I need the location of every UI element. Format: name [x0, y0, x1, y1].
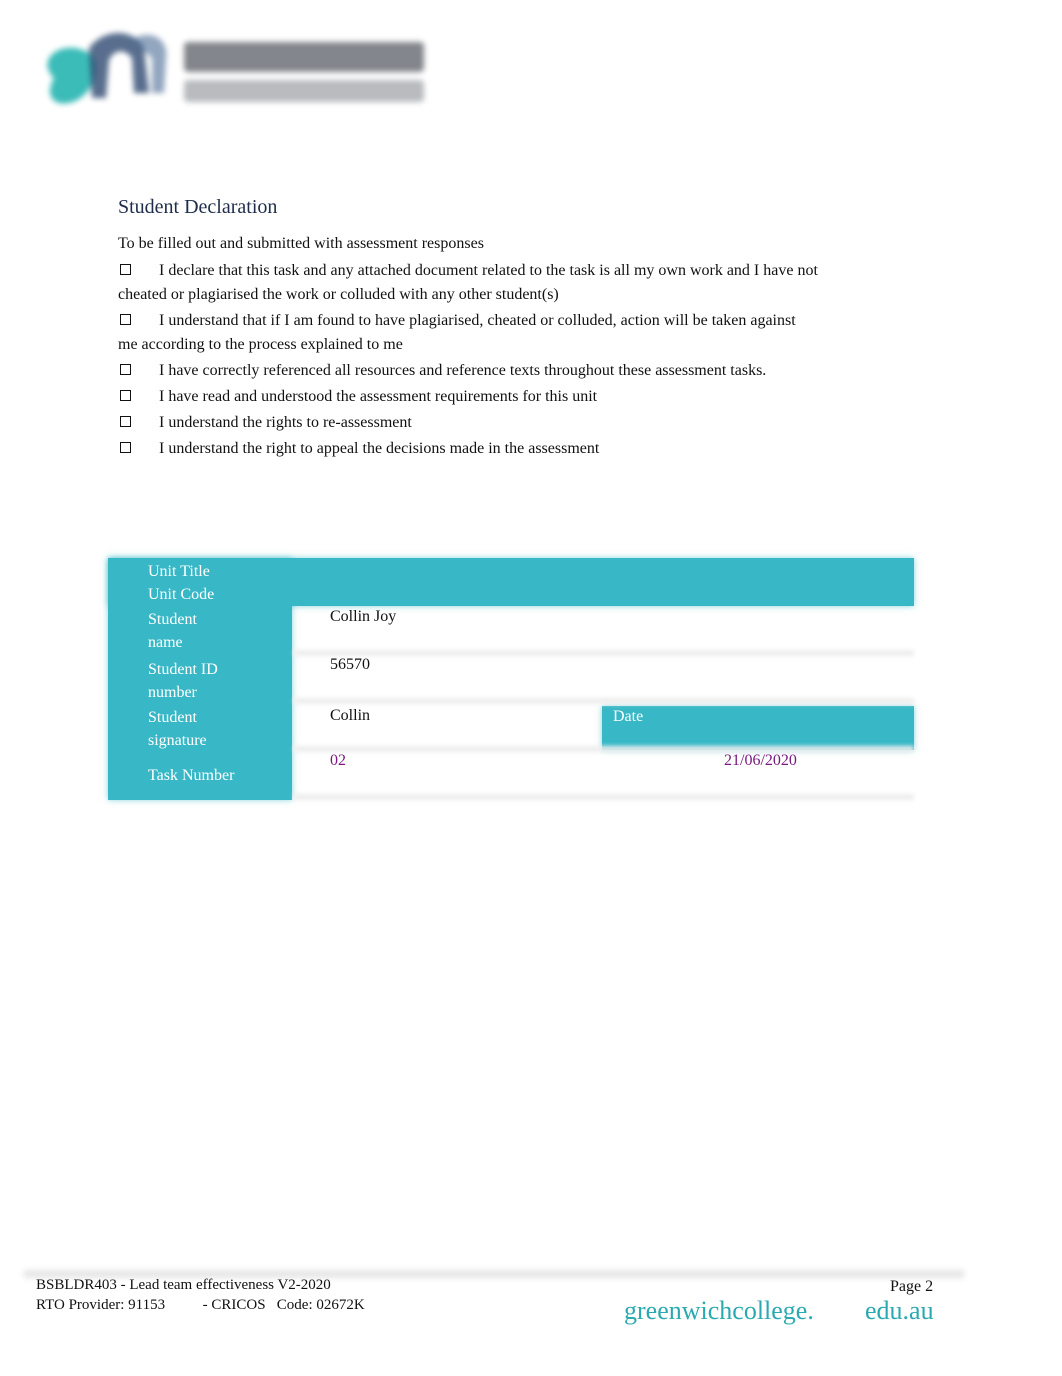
website-link-part2[interactable]: edu.au: [865, 1296, 934, 1326]
student-details-table: Unit Title Unit Code Student name Collin…: [108, 558, 914, 800]
label-line: Student: [148, 611, 197, 628]
unit-title-label: Unit Title: [148, 563, 210, 580]
cricos-code: - CRICOS Code: 02672K: [202, 1297, 365, 1313]
student-id-value[interactable]: 56570: [330, 656, 370, 674]
label-line: number: [148, 684, 197, 701]
intro-text: To be filled out and submitted with asse…: [118, 235, 484, 252]
declaration-list: I declare that this task and any attache…: [118, 259, 818, 463]
unit-header-band: [108, 558, 914, 606]
college-logo: [34, 18, 434, 118]
declaration-item: I understand the rights to re-assessment: [118, 411, 818, 435]
checkbox[interactable]: [120, 264, 131, 275]
student-id-label: Student ID number: [148, 658, 218, 704]
student-name-value[interactable]: Collin Joy: [330, 608, 396, 626]
declaration-text: I understand the right to appeal the dec…: [159, 440, 600, 457]
declaration-text: I have read and understood the assessmen…: [159, 388, 598, 405]
label-line: Student: [148, 709, 197, 726]
declaration-text: I understand the rights to re-assessment: [159, 414, 412, 431]
declaration-item: I understand the right to appeal the dec…: [118, 437, 818, 461]
declaration-item: I have read and understood the assessmen…: [118, 385, 818, 409]
checkbox[interactable]: [120, 364, 131, 375]
footer-provider-info: RTO Provider: 91153 - CRICOS Code: 02672…: [36, 1297, 365, 1314]
label-line: name: [148, 634, 183, 651]
declaration-text: I declare that this task and any attache…: [118, 262, 818, 303]
date-header-band: [602, 706, 914, 750]
checkbox[interactable]: [120, 314, 131, 325]
task-number-value[interactable]: 02: [330, 752, 346, 770]
footer-unit-info: BSBLDR403 - Lead team effectiveness V2-2…: [36, 1277, 331, 1293]
unit-code-label: Unit Code: [148, 586, 215, 603]
signature-value[interactable]: Collin: [330, 707, 370, 725]
row-divider: [294, 698, 914, 704]
date-value[interactable]: 21/06/2020: [724, 752, 797, 770]
declaration-item: I have correctly referenced all resource…: [118, 359, 818, 383]
task-number-label: Task Number: [148, 767, 235, 784]
declaration-text: I have correctly referenced all resource…: [159, 362, 767, 379]
student-name-label: Student name: [148, 608, 197, 654]
row-divider: [294, 746, 914, 752]
logo-tagline: [184, 80, 424, 102]
checkbox[interactable]: [120, 416, 131, 427]
website-link-part1[interactable]: greenwichcollege.: [624, 1296, 814, 1326]
declaration-item: I understand that if I am found to have …: [118, 309, 818, 357]
logo-mark-icon: [47, 33, 167, 104]
section-title: Student Declaration: [118, 196, 278, 218]
row-divider: [294, 794, 914, 800]
checkbox[interactable]: [120, 442, 131, 453]
declaration-text: I understand that if I am found to have …: [118, 312, 796, 353]
signature-label: Student signature: [148, 706, 207, 752]
rto-provider: RTO Provider: 91153: [36, 1297, 166, 1313]
label-line: signature: [148, 732, 207, 749]
logo-wordmark: [184, 42, 424, 72]
date-label: Date: [613, 708, 644, 725]
page-number: Page 2: [890, 1278, 934, 1295]
label-line: Student ID: [148, 661, 218, 678]
checkbox[interactable]: [120, 390, 131, 401]
declaration-item: I declare that this task and any attache…: [118, 259, 818, 307]
row-divider: [294, 650, 914, 656]
